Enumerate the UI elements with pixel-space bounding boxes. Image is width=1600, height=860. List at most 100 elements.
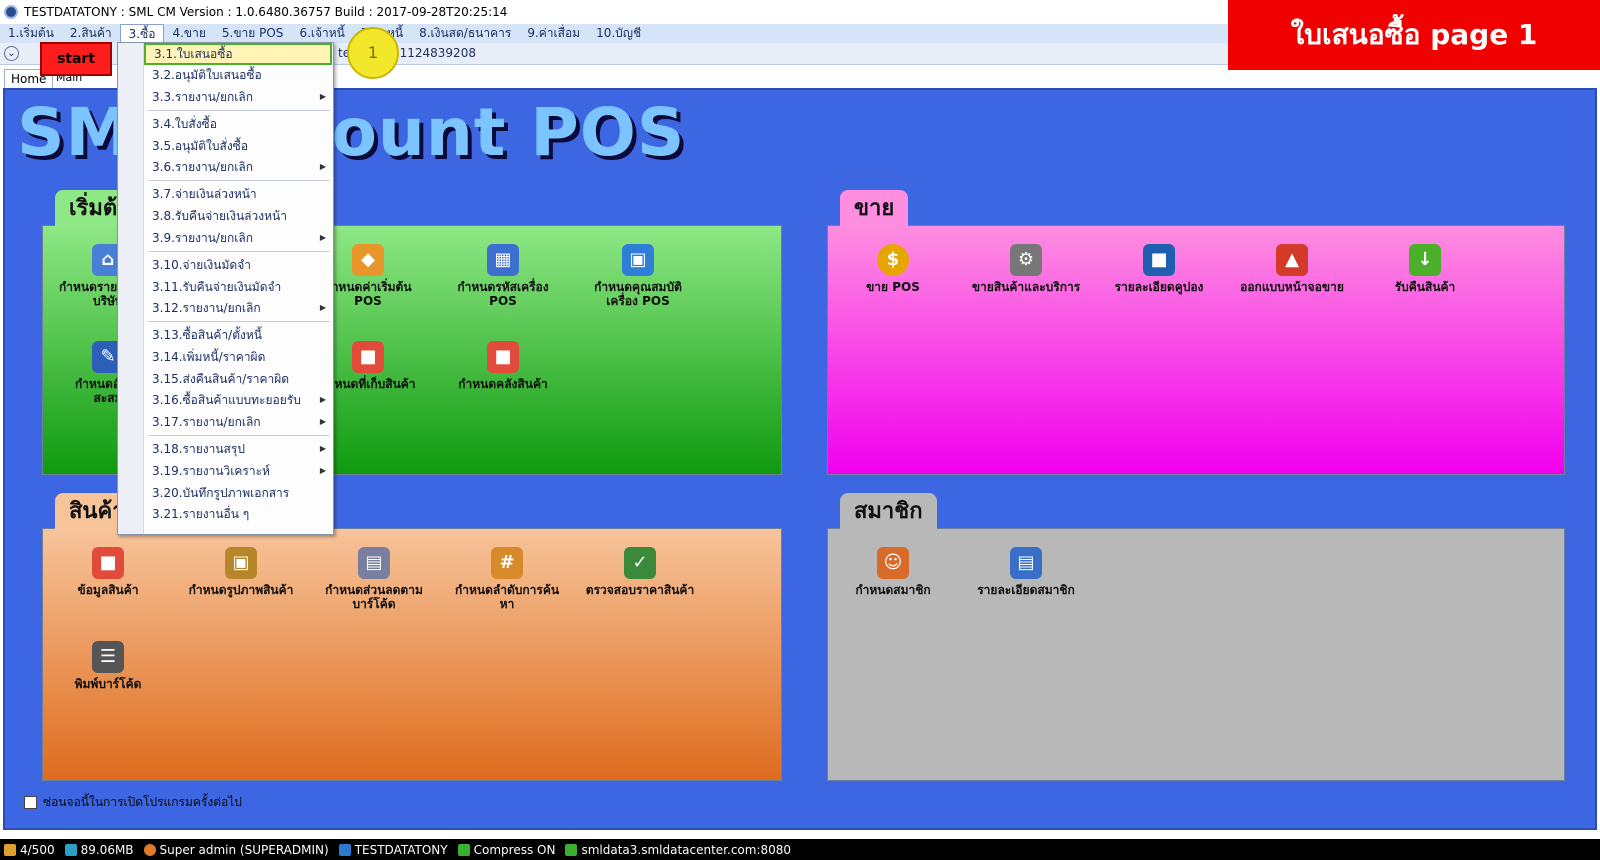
picture-icon: ▣ bbox=[225, 547, 257, 579]
item-print-barcode[interactable]: ☰ พิมพ์บาร์โค้ด bbox=[43, 641, 173, 691]
memory-icon bbox=[64, 843, 77, 856]
computer-icon: ▦ bbox=[487, 244, 519, 276]
boxes-icon: ■ bbox=[92, 547, 124, 579]
menu-item-partial-receive[interactable]: 3.16.ซื้อสินค้าแบบทะยอยรับ ▶ bbox=[144, 389, 332, 411]
menu-item-return-deposit[interactable]: 3.11.รับคืนจ่ายเงินมัดจำ bbox=[144, 276, 332, 298]
menu-separator bbox=[148, 110, 330, 111]
menu-account[interactable]: 10.บัญชี bbox=[588, 24, 649, 43]
item-search-order[interactable]: # กำหนดลำดับการค้น หา bbox=[442, 547, 572, 611]
item-sale-pos[interactable]: $ ขาย POS bbox=[828, 244, 958, 294]
item-sale-goods-services[interactable]: ⚙ ขายสินค้าและบริการ bbox=[961, 244, 1091, 294]
start-button[interactable]: start bbox=[40, 42, 112, 76]
panel-member-title: สมาชิก bbox=[840, 493, 937, 531]
square-icon: ■ bbox=[1143, 244, 1175, 276]
menu-item-report-cancel-1[interactable]: 3.3.รายงาน/ยกเลิก ▶ bbox=[144, 86, 332, 108]
menu-item-other-reports[interactable]: 3.21.รายงานอื่น ๆ bbox=[144, 503, 332, 525]
handshake-icon: ☺ bbox=[877, 547, 909, 579]
submenu-arrow-icon: ▶ bbox=[319, 162, 326, 171]
item-product-info[interactable]: ■ ข้อมูลสินค้า bbox=[43, 547, 173, 597]
device-icon: ▣ bbox=[622, 244, 654, 276]
submenu-arrow-icon: ▶ bbox=[319, 466, 326, 475]
check-icon bbox=[457, 843, 470, 856]
window-title: TESTDATATONY : SML CM Version : 1.0.6480… bbox=[24, 5, 508, 19]
download-icon: ↓ bbox=[1409, 244, 1441, 276]
submenu-arrow-icon: ▶ bbox=[319, 303, 326, 312]
status-server: smldata3.smldatacenter.com:8080 bbox=[565, 843, 791, 857]
shield-icon: ◆ bbox=[352, 244, 384, 276]
menu-bar: 1.เริ่มต้น 2.สินค้า 3.ซื้อ 4.ขาย 5.ขาย P… bbox=[0, 24, 1232, 43]
menu-item-analysis-report[interactable]: 3.19.รายงานวิเคราะห์ ▶ bbox=[144, 460, 332, 482]
status-count: 4/500 bbox=[4, 843, 55, 857]
menu-separator bbox=[148, 180, 330, 181]
menu-item-return-goods[interactable]: 3.15.ส่งคืนสินค้า/ราคาผิด bbox=[144, 368, 332, 390]
menu-start[interactable]: 1.เริ่มต้น bbox=[0, 24, 62, 43]
menu-sale-pos[interactable]: 5.ขาย POS bbox=[214, 24, 292, 43]
menu-item-approve-purchase-request[interactable]: 3.2.อนุมัติใบเสนอซื้อ bbox=[144, 64, 332, 86]
submenu-arrow-icon: ▶ bbox=[319, 444, 326, 453]
status-compress: Compress ON bbox=[457, 843, 555, 857]
play-icon bbox=[565, 843, 578, 856]
users-icon bbox=[4, 843, 16, 856]
menu-item-approve-purchase-order[interactable]: 3.5.อนุมัติใบสั่งซื้อ bbox=[144, 135, 332, 157]
gear-icon: ⚙ bbox=[1010, 244, 1042, 276]
menu-payable[interactable]: 6.เจ้าหนี้ bbox=[291, 24, 352, 43]
item-check-price[interactable]: ✓ ตรวจสอบราคาสินค้า bbox=[575, 547, 705, 597]
submenu-arrow-icon: ▶ bbox=[319, 233, 326, 242]
item-member-details[interactable]: ▤ รายละเอียดสมาชิก bbox=[961, 547, 1091, 597]
item-product-picture[interactable]: ▣ กำหนดรูปภาพสินค้า bbox=[176, 547, 306, 597]
shapes-icon: ▲ bbox=[1276, 244, 1308, 276]
checkbox-box[interactable] bbox=[24, 796, 37, 809]
menu-cash-bank[interactable]: 8.เงินสด/ธนาคาร bbox=[411, 24, 519, 43]
menu-item-summary-report[interactable]: 3.18.รายงานสรุป ▶ bbox=[144, 438, 332, 460]
menu-item-report-cancel-5[interactable]: 3.17.รายงาน/ยกเลิก ▶ bbox=[144, 411, 332, 433]
item-coupon-details[interactable]: ■ รายละเอียดคูปอง bbox=[1094, 244, 1224, 294]
panel-sales-title: ขาย bbox=[840, 190, 909, 228]
submenu-arrow-icon: ▶ bbox=[319, 395, 326, 404]
app-window: TESTDATATONY : SML CM Version : 1.0.6480… bbox=[0, 0, 1600, 860]
item-barcode-discount[interactable]: ▤ กำหนดส่วนลดตาม บาร์โค้ด bbox=[309, 547, 439, 611]
item-design-sale-screen[interactable]: ▲ ออกแบบหน้าจอขาย bbox=[1227, 244, 1357, 294]
step-callout: 1 bbox=[347, 27, 399, 79]
menu-item-report-cancel-2[interactable]: 3.6.รายงาน/ยกเลิก ▶ bbox=[144, 156, 332, 178]
item-return-goods[interactable]: ↓ รับคืนสินค้า bbox=[1360, 244, 1490, 294]
tag-icon: # bbox=[491, 547, 523, 579]
barcode-icon: ☰ bbox=[92, 641, 124, 673]
menu-item-purchase-order[interactable]: 3.4.ใบสั่งซื้อ bbox=[144, 113, 332, 135]
item-member-setup[interactable]: ☺ กำหนดสมาชิก bbox=[828, 547, 958, 597]
menu-item-report-cancel-3[interactable]: 3.9.รายงาน/ยกเลิก ▶ bbox=[144, 227, 332, 249]
app-icon bbox=[4, 5, 18, 19]
warehouse-icon: ■ bbox=[487, 341, 519, 373]
menu-sale[interactable]: 4.ขาย bbox=[164, 24, 213, 43]
item-warehouse[interactable]: ■ กำหนดคลังสินค้า bbox=[438, 341, 568, 391]
hide-on-startup-checkbox[interactable]: ซ่อนจอนี้ในการเปิดโปรแกรมครั้งต่อไป bbox=[24, 793, 242, 812]
submenu-arrow-icon: ▶ bbox=[319, 92, 326, 101]
boxes-icon: ■ bbox=[352, 341, 384, 373]
menu-depreciation[interactable]: 9.ค่าเสื่อม bbox=[519, 24, 588, 43]
menu-item-purchase-request[interactable]: 3.1.ใบเสนอซื้อ bbox=[144, 43, 332, 65]
menu-item-debit-note[interactable]: 3.14.เพิ่มหนี้/ราคาผิด bbox=[144, 346, 332, 368]
menu-item-return-advance-payment[interactable]: 3.8.รับคืนจ่ายเงินล่วงหน้า bbox=[144, 205, 332, 227]
books-icon: ✓ bbox=[624, 547, 656, 579]
menu-item-buy-goods[interactable]: 3.13.ซื้อสินค้า/ตั้งหนี้ bbox=[144, 324, 332, 346]
menu-separator bbox=[148, 251, 330, 252]
status-user: Super admin (SUPERADMIN) bbox=[143, 843, 329, 857]
status-bar: 4/500 89.06MB Super admin (SUPERADMIN) T… bbox=[0, 839, 1600, 860]
menu-item-deposit-payment[interactable]: 3.10.จ่ายเงินมัดจำ bbox=[144, 254, 332, 276]
menu-purchase[interactable]: 3.ซื้อ bbox=[119, 24, 165, 43]
item-pos-machine-code[interactable]: ▦ กำหนดรหัสเครื่อง POS bbox=[438, 244, 568, 308]
menu-item-report-cancel-4[interactable]: 3.12.รายงาน/ยกเลิก ▶ bbox=[144, 297, 332, 319]
chevron-down-icon[interactable]: ⌄ bbox=[4, 46, 19, 61]
item-pos-machine-props[interactable]: ▣ กำหนดคุณสมบัติ เครื่อง POS bbox=[573, 244, 703, 308]
menu-item-advance-payment[interactable]: 3.7.จ่ายเงินล่วงหน้า bbox=[144, 183, 332, 205]
menu-gutter bbox=[118, 43, 144, 534]
menu-product[interactable]: 2.สินค้า bbox=[62, 24, 120, 43]
menu-item-document-images[interactable]: 3.20.บันทึกรูปภาพเอกสาร bbox=[144, 482, 332, 504]
id-card-icon: ▤ bbox=[1010, 547, 1042, 579]
panel-member: สมาชิก ☺ กำหนดสมาชิก ▤ รายละเอียดสมาชิก bbox=[827, 493, 1565, 781]
panel-product: สินค้า ■ ข้อมูลสินค้า ▣ กำหนดรูปภาพสินค้… bbox=[42, 493, 782, 781]
status-memory: 89.06MB bbox=[64, 843, 134, 857]
page-banner: ใบเสนอซื้อ page 1 bbox=[1228, 0, 1600, 70]
purchase-dropdown-menu: 3.1.ใบเสนอซื้อ 3.2.อนุมัติใบเสนอซื้อ 3.3… bbox=[117, 42, 334, 535]
menu-separator bbox=[148, 321, 330, 322]
status-database: TESTDATATONY bbox=[338, 843, 448, 857]
